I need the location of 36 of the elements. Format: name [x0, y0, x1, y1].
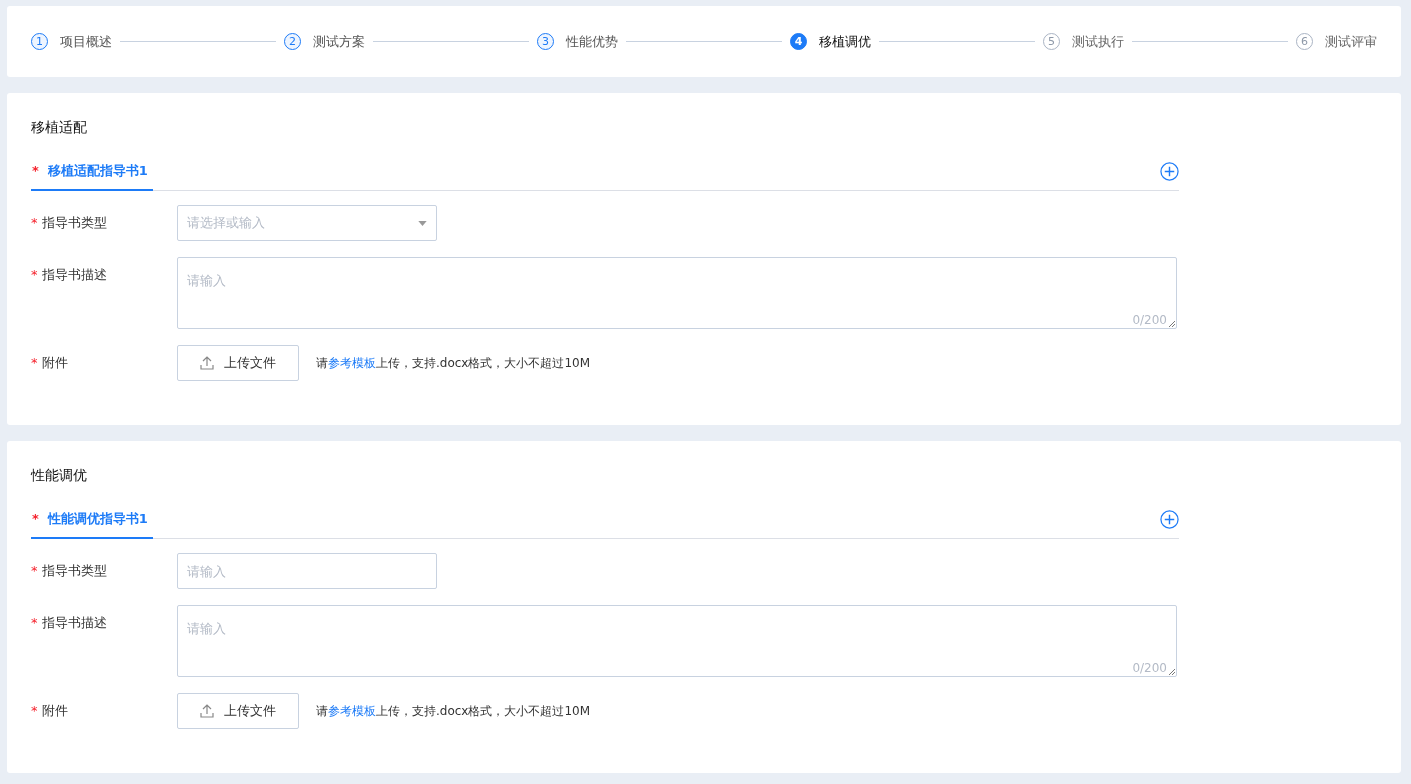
add-icon[interactable]	[1160, 162, 1179, 181]
tab[interactable]: * 性能调优指导书1	[31, 501, 153, 539]
field-label: * 附件	[31, 354, 69, 372]
step-number-icon: 2	[284, 33, 301, 50]
section-title: 性能调优	[31, 467, 88, 485]
step-label[interactable]: 项目概述	[60, 32, 112, 51]
resize-handle-icon[interactable]	[1169, 669, 1175, 675]
upload-icon	[200, 704, 214, 718]
field-label: * 指导书类型	[31, 214, 108, 232]
upload-button[interactable]: 上传文件	[177, 693, 299, 729]
step-label[interactable]: 测试方案	[313, 32, 365, 51]
step-label[interactable]: 测试执行	[1072, 32, 1124, 51]
add-icon[interactable]	[1160, 510, 1179, 529]
step-label[interactable]: 移植调优	[819, 32, 871, 51]
upload-button[interactable]: 上传文件	[177, 345, 299, 381]
step-label[interactable]: 性能优势	[566, 32, 618, 51]
input-field[interactable]: 请输入	[177, 553, 437, 589]
step-label[interactable]: 测试评审	[1325, 32, 1377, 51]
step-number-icon: 4	[790, 33, 807, 50]
field-label: * 指导书描述	[31, 614, 108, 632]
character-counter: 0/200	[1132, 313, 1167, 327]
character-counter: 0/200	[1132, 661, 1167, 675]
template-link[interactable]: 参考模板	[328, 704, 376, 718]
template-link[interactable]: 参考模板	[328, 356, 376, 370]
upload-hint: 请参考模板上传，支持.docx格式，大小不超过10M	[316, 703, 591, 720]
caret-icon	[418, 220, 427, 226]
step-number-icon: 1	[31, 33, 48, 50]
step-number-icon: 3	[537, 33, 554, 50]
resize-handle-icon[interactable]	[1169, 321, 1175, 327]
section-title: 移植适配	[31, 119, 88, 137]
upload-hint: 请参考模板上传，支持.docx格式，大小不超过10M	[316, 355, 591, 372]
upload-icon	[200, 356, 214, 370]
field-label: * 指导书描述	[31, 266, 108, 284]
field-label: * 指导书类型	[31, 562, 108, 580]
tab[interactable]: * 移植适配指导书1	[31, 153, 153, 191]
field-label: * 附件	[31, 702, 69, 720]
